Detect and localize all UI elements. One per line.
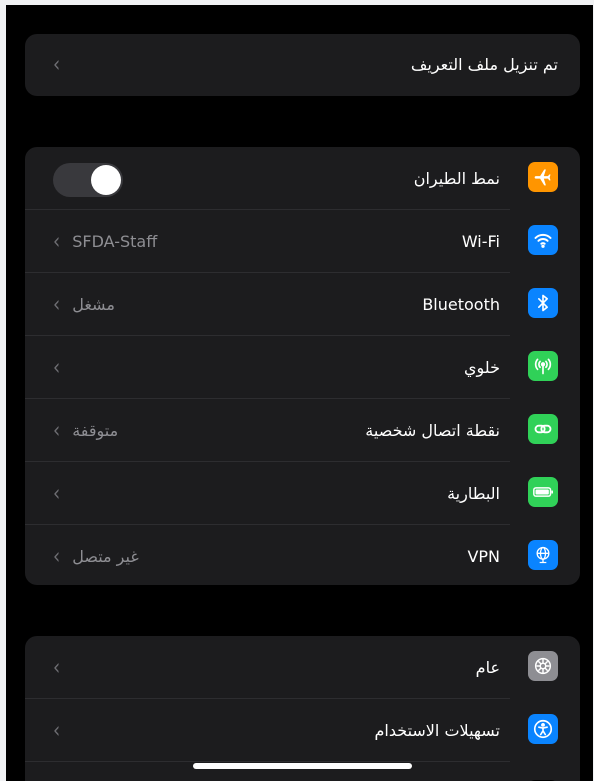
profile-downloaded-label: تم تنزيل ملف التعريف (410, 55, 558, 74)
airplane-icon (528, 162, 558, 192)
vpn-status-value: غير متصل (72, 547, 139, 566)
general-group: عام ‹ تسهيلات الاستخدام ‹ (25, 636, 580, 781)
chevron-left-icon: ‹ (53, 227, 61, 254)
chevron-left-icon: ‹ (53, 353, 61, 380)
bluetooth-label: Bluetooth (422, 295, 500, 314)
row-accessory: ‹ (53, 462, 72, 525)
hotspot-icon (528, 414, 558, 444)
chevron-left-icon: ‹ (53, 290, 61, 317)
gear-icon (528, 651, 558, 681)
battery-label: البطارية (447, 484, 500, 503)
bluetooth-icon (528, 288, 558, 318)
bluetooth-status-value: مشغل (72, 295, 115, 314)
airplane-mode-toggle[interactable] (53, 163, 123, 197)
bluetooth-row[interactable]: Bluetooth ‹ مشغل (25, 273, 580, 336)
vpn-globe-icon (528, 540, 558, 570)
profile-group: تم تنزيل ملف التعريف ‹ (25, 34, 580, 96)
settings-screen: تم تنزيل ملف التعريف ‹ نمط الطيران Wi-Fi… (6, 5, 593, 781)
row-accessory: ‹ SFDA-Staff (53, 210, 157, 273)
chevron-left-icon: ‹ (53, 542, 61, 569)
chevron-left-icon: ‹ (53, 716, 61, 743)
connectivity-group: نمط الطيران Wi-Fi ‹ SFDA-Staff Bluetooth… (25, 147, 580, 585)
accessibility-icon (528, 714, 558, 744)
hotspot-status-value: متوقفة (72, 421, 119, 440)
profile-downloaded-row[interactable]: تم تنزيل ملف التعريف ‹ (25, 34, 580, 96)
row-accessory: ‹ (53, 34, 72, 96)
divider (25, 761, 510, 762)
wifi-row[interactable]: Wi-Fi ‹ SFDA-Staff (25, 210, 580, 273)
chevron-left-icon: ‹ (53, 51, 61, 78)
cellular-label: خلوي (464, 358, 500, 377)
general-row[interactable]: عام ‹ (25, 636, 580, 699)
accessibility-row[interactable]: تسهيلات الاستخدام ‹ (25, 699, 580, 762)
cellular-row[interactable]: خلوي ‹ (25, 336, 580, 399)
chevron-left-icon: ‹ (53, 416, 61, 443)
toggle-knob (91, 165, 121, 195)
general-label: عام (475, 658, 500, 677)
vpn-label: VPN (467, 547, 500, 566)
home-indicator[interactable] (193, 763, 412, 769)
row-accessory: ‹ مشغل (53, 273, 115, 336)
wifi-network-value: SFDA-Staff (72, 232, 158, 251)
personal-hotspot-row[interactable]: نقطة اتصال شخصية ‹ متوقفة (25, 399, 580, 462)
row-accessory: ‹ غير متصل (53, 525, 139, 585)
battery-row[interactable]: البطارية ‹ (25, 462, 580, 525)
battery-icon (528, 477, 558, 507)
airplane-mode-label: نمط الطيران (413, 169, 500, 188)
cellular-icon (528, 351, 558, 381)
row-accessory: ‹ (53, 636, 72, 699)
personal-hotspot-label: نقطة اتصال شخصية (365, 421, 500, 440)
accessibility-label: تسهيلات الاستخدام (374, 721, 500, 740)
airplane-mode-row: نمط الطيران (25, 147, 580, 210)
chevron-left-icon: ‹ (53, 479, 61, 506)
row-accessory: ‹ متوقفة (53, 399, 118, 462)
row-accessory: ‹ (53, 336, 72, 399)
row-accessory: ‹ (53, 699, 72, 762)
wifi-label: Wi-Fi (461, 232, 500, 251)
chevron-left-icon: ‹ (53, 653, 61, 680)
wifi-icon (528, 225, 558, 255)
vpn-row[interactable]: VPN ‹ غير متصل (25, 525, 580, 585)
